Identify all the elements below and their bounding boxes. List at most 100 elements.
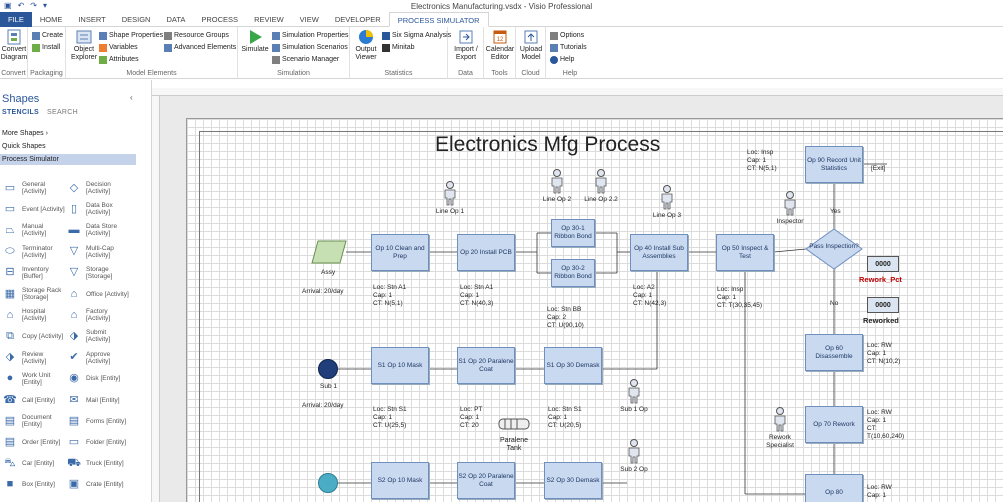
install-button[interactable]: Install <box>32 42 60 53</box>
stencil-shape[interactable]: ☺Client [Entity] <box>66 496 132 502</box>
tab-search[interactable]: SEARCH <box>47 109 78 116</box>
tab-home[interactable]: HOME <box>32 12 71 27</box>
collapse-panel-icon[interactable]: ‹ <box>130 93 133 102</box>
advanced-elements-button[interactable]: Advanced Elements <box>164 42 236 53</box>
scenario-manager-button[interactable]: Scenario Manager <box>272 54 339 65</box>
stencil-shape[interactable]: ◇ Decision [Activity] <box>66 178 132 198</box>
convert-icon <box>5 29 23 45</box>
tab-view[interactable]: VIEW <box>292 12 327 27</box>
attributes-button[interactable]: Attributes <box>99 54 139 65</box>
process-s1op20[interactable]: S1 Op 20 Paralene Coat <box>457 347 515 384</box>
tab-stencils[interactable]: STENCILS <box>2 109 39 116</box>
resource-groups-button[interactable]: Resource Groups <box>164 30 229 41</box>
simulation-properties-button[interactable]: Simulation Properties <box>272 30 349 41</box>
process-op60[interactable]: Op 60 Disassemble <box>805 334 863 371</box>
stencil-shape[interactable]: ■ Box [Entity] <box>2 475 68 495</box>
options-button[interactable]: Options <box>550 30 584 41</box>
process-op50[interactable]: Op 50 Inspect & Test <box>716 234 774 271</box>
tab-review[interactable]: REVIEW <box>246 12 292 27</box>
stencil-shape[interactable]: ▤ Document [Entity] <box>2 411 68 431</box>
sub2-arrival-icon[interactable] <box>318 473 338 493</box>
process-s2op30[interactable]: S2 Op 30 Demask <box>544 462 602 499</box>
process-op10[interactable]: Op 10 Clean and Prep <box>371 234 429 271</box>
stencil-shape[interactable]: ⧉ Copy [Activity] <box>2 326 68 346</box>
tab-insert[interactable]: INSERT <box>70 12 113 27</box>
stencil-shape[interactable]: ⛟ Truck [Entity] <box>66 454 132 474</box>
process-s1op10[interactable]: S1 Op 10 Mask <box>371 347 429 384</box>
stencil-shape[interactable]: ✔ Approve [Activity] <box>66 348 132 368</box>
line-op2-person-icon[interactable] <box>550 169 564 194</box>
assy-arrival-icon[interactable] <box>311 240 347 264</box>
process-op20[interactable]: Op 20 Install PCB <box>457 234 515 271</box>
create-button[interactable]: Create <box>32 30 63 41</box>
stencil-shape[interactable]: ● Work Unit [Entity] <box>2 369 68 389</box>
stencil-shape[interactable]: ⬗ Submit [Activity] <box>66 326 132 346</box>
output-viewer-button[interactable]: Output Viewer <box>352 29 380 62</box>
stencil-shape[interactable]: ✉ Mail [Entity] <box>66 390 132 410</box>
drawing-canvas[interactable]: Electronics Mfg Process Op 10 Clean and P… <box>160 96 1003 502</box>
process-simulator-stencil[interactable]: Process Simulator <box>0 154 136 165</box>
tab-design[interactable]: DESIGN <box>114 12 159 27</box>
stencil-shape[interactable]: ⬗ Review [Activity] <box>2 348 68 368</box>
stencil-shape[interactable]: ⛍ Car [Entity] <box>2 454 68 474</box>
tab-developer[interactable]: DEVELOPER <box>327 12 389 27</box>
stencil-shape[interactable]: ▤ Order [Entity] <box>2 432 68 452</box>
stencil-shape[interactable]: ⬭ Terminator [Activity] <box>2 242 68 262</box>
convert-diagram-button[interactable]: Convert Diagram <box>0 29 28 62</box>
drawing-page[interactable]: Electronics Mfg Process Op 10 Clean and P… <box>186 118 1003 502</box>
stencil-shape[interactable]: ▯ Data Box [Activity] <box>66 199 132 219</box>
stencil-shape[interactable]: ▽ Storage [Storage] <box>66 263 132 283</box>
stencil-shape[interactable]: ⊟ Inventory [Buffer] <box>2 263 68 283</box>
stencil-shape[interactable]: ▭ General [Activity] <box>2 178 68 198</box>
stencil-shape[interactable]: ▽ Multi-Cap [Activity] <box>66 242 132 262</box>
rework-specialist-person-icon[interactable] <box>773 407 787 432</box>
simulation-scenarios-button[interactable]: Simulation Scenarios <box>272 42 348 53</box>
stencil-shape[interactable]: ▣ Crate [Entity] <box>66 475 132 495</box>
sub1-arrival-icon[interactable] <box>318 359 338 379</box>
sub2-op-person-icon[interactable] <box>627 439 641 464</box>
stencil-shape[interactable]: ▭ Event [Activity] <box>2 199 68 219</box>
line-op22-person-icon[interactable] <box>594 169 608 194</box>
process-op302[interactable]: Op 30-2 Ribbon Bond <box>551 259 595 287</box>
stencil-shape[interactable]: ⌂ Factory [Activity] <box>66 305 132 325</box>
simulate-button[interactable]: Simulate <box>240 29 270 54</box>
tab-file[interactable]: FILE <box>0 12 32 27</box>
stencil-shape[interactable]: ☺Customer <box>2 496 68 502</box>
process-op301[interactable]: Op 30-1 Ribbon Bond <box>551 219 595 247</box>
process-op40[interactable]: Op 40 Install Sub Assemblies <box>630 234 688 271</box>
quick-shapes-item[interactable]: Quick Shapes <box>0 141 136 152</box>
process-s2op20[interactable]: S2 Op 20 Paralene Coat <box>457 462 515 499</box>
object-explorer-button[interactable]: Object Explorer <box>70 29 98 62</box>
calendar-editor-button[interactable]: 12 Calendar Editor <box>484 29 516 62</box>
process-s2op10[interactable]: S2 Op 10 Mask <box>371 462 429 499</box>
line-op3-person-icon[interactable] <box>660 185 674 210</box>
shape-properties-button[interactable]: Shape Properties <box>99 30 163 41</box>
stencil-shape[interactable]: ▭ Folder [Entity] <box>66 432 132 452</box>
minitab-button[interactable]: Minitab <box>382 42 415 53</box>
stencil-shape[interactable]: ▤ Forms [Entity] <box>66 411 132 431</box>
stencil-shape[interactable]: ▦ Storage Rack [Storage] <box>2 284 68 304</box>
process-s1op30[interactable]: S1 Op 30 Demask <box>544 347 602 384</box>
six-sigma-button[interactable]: Six Sigma Analysis <box>382 30 451 41</box>
upload-model-button[interactable]: Upload Model <box>516 29 546 62</box>
stencil-shape[interactable]: ⏢ Manual [Activity] <box>2 220 68 240</box>
tab-process[interactable]: PROCESS <box>193 12 246 27</box>
process-op70[interactable]: Op 70 Rework <box>805 406 863 443</box>
variables-button[interactable]: Variables <box>99 42 138 53</box>
import-export-button[interactable]: Import / Export <box>448 29 484 62</box>
tab-data[interactable]: DATA <box>158 12 193 27</box>
tab-process-simulator[interactable]: PROCESS SIMULATOR <box>388 12 489 27</box>
inspector-person-icon[interactable] <box>783 191 797 216</box>
stencil-shape[interactable]: ⌂ Office [Activity] <box>66 284 132 304</box>
sub1-op-person-icon[interactable] <box>627 379 641 404</box>
line-op1-person-icon[interactable] <box>443 181 457 206</box>
process-op80[interactable]: Op 80 <box>805 474 863 502</box>
more-shapes-item[interactable]: More Shapes › <box>0 128 136 139</box>
stencil-shape[interactable]: ☎ Call [Entity] <box>2 390 68 410</box>
stencil-shape[interactable]: ▬ Data Store [Activity] <box>66 220 132 240</box>
stencil-shape[interactable]: ◉ Disk [Entity] <box>66 369 132 389</box>
process-op90[interactable]: Op 90 Record Unit Statistics <box>805 146 863 183</box>
help-button[interactable]: Help <box>550 54 574 65</box>
stencil-shape[interactable]: ⌂ Hospital [Activity] <box>2 305 68 325</box>
tutorials-button[interactable]: Tutorials <box>550 42 587 53</box>
